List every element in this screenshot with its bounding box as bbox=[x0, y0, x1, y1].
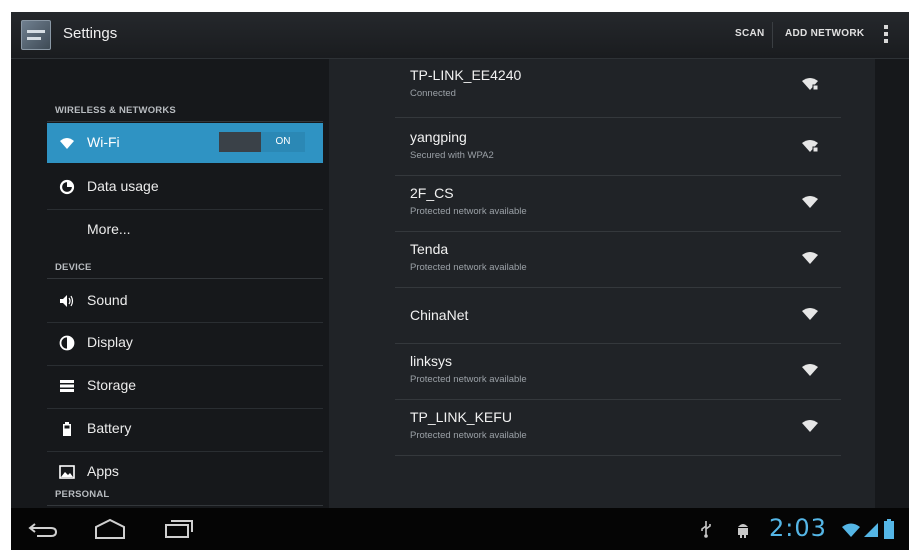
wifi-signal-icon bbox=[802, 364, 818, 376]
network-status: Connected bbox=[410, 88, 456, 99]
list-divider bbox=[395, 117, 841, 118]
home-icon[interactable] bbox=[93, 518, 127, 540]
network-list-panel: TP-LINK_EE4240 Connected yangping Secure… bbox=[329, 59, 875, 508]
wifi-signal-icon bbox=[802, 196, 818, 208]
network-ssid: yangping bbox=[410, 129, 467, 145]
back-icon[interactable] bbox=[27, 521, 59, 539]
panel-edge bbox=[875, 59, 909, 508]
battery-status-icon bbox=[884, 519, 894, 539]
battery-icon bbox=[63, 422, 71, 436]
signal-icon bbox=[864, 523, 878, 537]
wifi-icon bbox=[60, 138, 74, 149]
sidebar-item-label: Wi-Fi bbox=[87, 134, 120, 150]
tablet-screen: Settings SCAN ADD NETWORK WIRELESS & NET… bbox=[11, 12, 909, 550]
network-row[interactable]: 2F_CS Protected network available bbox=[395, 177, 841, 232]
network-ssid: 2F_CS bbox=[410, 185, 454, 201]
settings-sidebar: WIRELESS & NETWORKS Wi-Fi ON Data usage … bbox=[11, 59, 329, 508]
section-header-personal: PERSONAL bbox=[55, 489, 110, 500]
network-status: Secured with WPA2 bbox=[410, 150, 494, 161]
network-ssid: Tenda bbox=[410, 241, 449, 257]
sidebar-item-wifi[interactable]: Wi-Fi ON bbox=[47, 123, 323, 163]
status-clock: 2:03 bbox=[769, 514, 827, 542]
recent-apps-icon[interactable] bbox=[163, 519, 195, 539]
section-divider bbox=[47, 505, 323, 506]
sidebar-item-label: Battery bbox=[87, 420, 132, 436]
wifi-locked-signal-icon bbox=[802, 78, 819, 91]
sidebar-item-label: Sound bbox=[87, 292, 128, 308]
network-row[interactable]: linksys Protected network available bbox=[395, 345, 841, 400]
wifi-signal-icon bbox=[802, 420, 818, 432]
section-header-device: DEVICE bbox=[55, 262, 92, 273]
list-divider bbox=[395, 343, 841, 344]
wifi-status-icon bbox=[842, 523, 860, 537]
action-bar: Settings SCAN ADD NETWORK bbox=[11, 12, 909, 59]
android-debug-icon bbox=[738, 524, 748, 538]
network-status: Protected network available bbox=[410, 374, 527, 385]
wifi-signal-icon bbox=[802, 308, 818, 320]
sidebar-item-label: Data usage bbox=[87, 178, 159, 194]
list-divider bbox=[395, 231, 841, 232]
list-divider bbox=[395, 287, 841, 288]
wifi-locked-signal-icon bbox=[802, 140, 819, 153]
sidebar-item-label: Display bbox=[87, 334, 133, 350]
wifi-signal-icon bbox=[802, 252, 818, 264]
sidebar-item-sound[interactable]: Sound bbox=[47, 281, 323, 321]
system-nav-bar: 2:03 bbox=[11, 508, 909, 550]
sidebar-item-display[interactable]: Display bbox=[47, 323, 323, 363]
network-ssid: TP-LINK_EE4240 bbox=[410, 67, 522, 83]
section-divider bbox=[47, 278, 323, 279]
list-divider bbox=[395, 399, 841, 400]
network-ssid: linksys bbox=[410, 353, 453, 369]
network-status: Protected network available bbox=[410, 206, 527, 217]
network-ssid: ChinaNet bbox=[410, 307, 469, 323]
sidebar-item-more[interactable]: More... bbox=[47, 210, 323, 250]
sidebar-item-label: More... bbox=[87, 221, 131, 237]
network-row[interactable]: TP_LINK_KEFU Protected network available bbox=[395, 401, 841, 456]
network-row[interactable]: yangping Secured with WPA2 bbox=[395, 121, 841, 176]
network-status: Protected network available bbox=[410, 430, 527, 441]
sidebar-item-label: Storage bbox=[87, 377, 137, 393]
data-usage-icon bbox=[59, 179, 75, 195]
overflow-menu-icon[interactable] bbox=[883, 25, 889, 47]
list-divider bbox=[395, 455, 841, 456]
sidebar-item-battery[interactable]: Battery bbox=[47, 409, 323, 449]
scan-button[interactable]: SCAN bbox=[735, 28, 765, 39]
settings-app-icon[interactable] bbox=[21, 20, 51, 50]
sidebar-item-label: Apps bbox=[87, 463, 119, 479]
page-title: Settings bbox=[63, 25, 118, 42]
sidebar-item-apps[interactable]: Apps bbox=[47, 452, 323, 492]
sound-icon bbox=[60, 295, 74, 307]
display-icon bbox=[59, 335, 75, 351]
apps-icon bbox=[59, 465, 75, 479]
usb-icon bbox=[701, 521, 711, 538]
sidebar-item-storage[interactable]: Storage bbox=[47, 366, 323, 406]
wifi-toggle[interactable]: ON bbox=[219, 132, 305, 152]
network-status: Protected network available bbox=[410, 262, 527, 273]
list-divider bbox=[395, 175, 841, 176]
section-header-wireless: WIRELESS & NETWORKS bbox=[55, 105, 176, 116]
add-network-button[interactable]: ADD NETWORK bbox=[785, 28, 864, 39]
network-row[interactable]: TP-LINK_EE4240 Connected bbox=[395, 59, 841, 114]
storage-icon bbox=[60, 380, 74, 392]
network-ssid: TP_LINK_KEFU bbox=[410, 409, 512, 425]
section-divider bbox=[47, 121, 323, 122]
network-row[interactable]: Tenda Protected network available bbox=[395, 233, 841, 288]
sidebar-item-data-usage[interactable]: Data usage bbox=[47, 167, 323, 207]
action-divider bbox=[772, 22, 773, 48]
toggle-state-label: ON bbox=[261, 132, 305, 152]
network-row[interactable]: ChinaNet bbox=[395, 289, 841, 344]
